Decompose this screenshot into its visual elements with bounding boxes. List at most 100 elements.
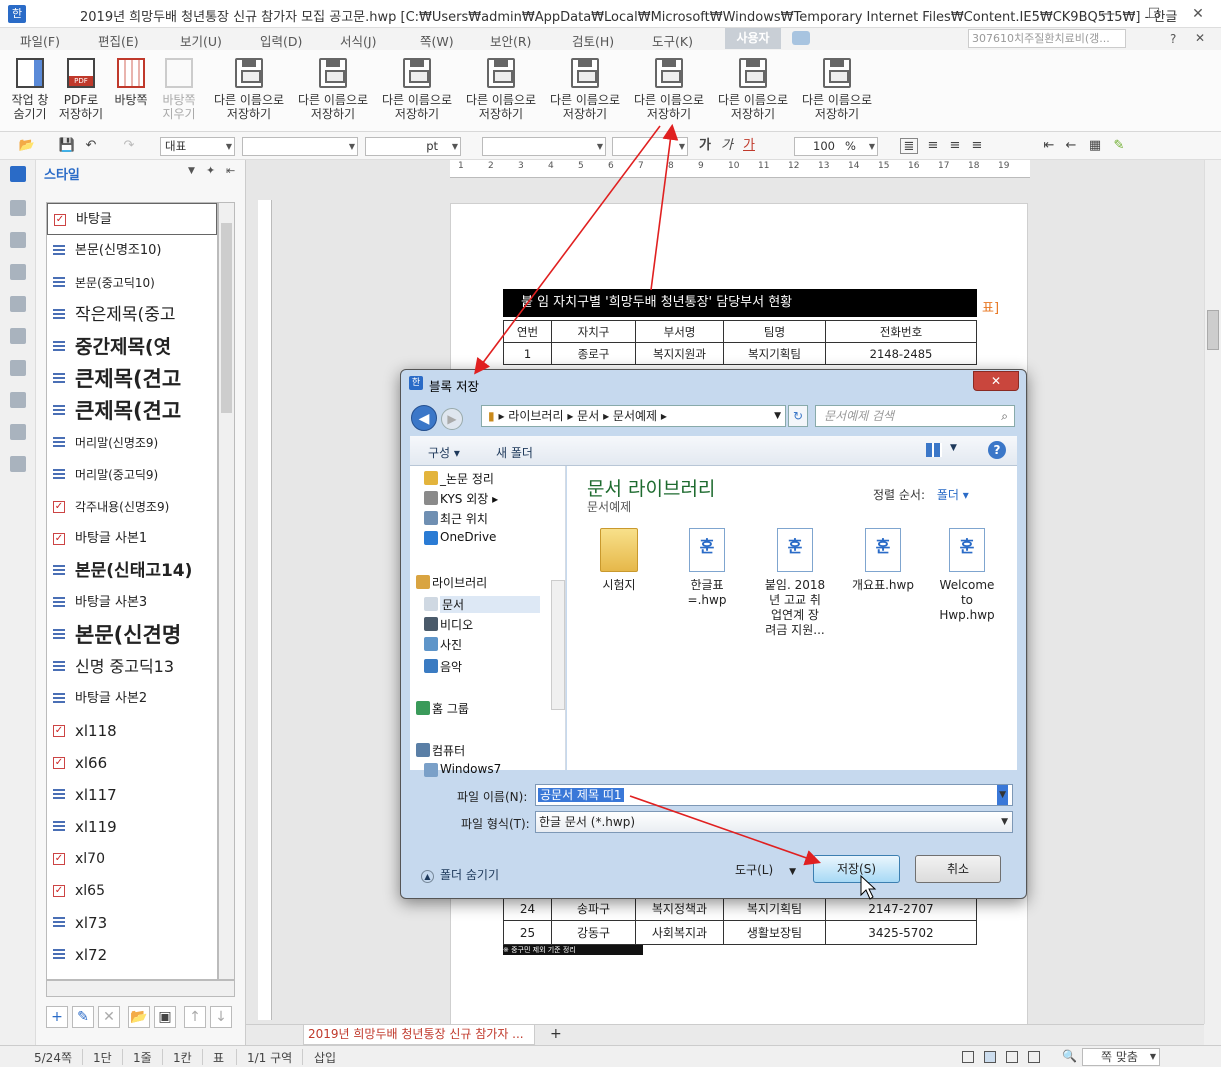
menu-file[interactable]: 파일(F) (20, 31, 60, 50)
save-button[interactable]: 저장(S) (813, 855, 900, 883)
save-as-button-5[interactable]: 다른 이름으로 저장하기 (544, 50, 626, 130)
move-up-icon[interactable]: ↑ (184, 1006, 206, 1028)
open-folder-icon[interactable]: 📂 (18, 138, 36, 154)
dialog-close-button[interactable]: ✕ (973, 371, 1019, 391)
save-as-button-8[interactable]: 다른 이름으로 저장하기 (796, 50, 878, 130)
nav-item-home[interactable]: 홈 그룹 (432, 700, 469, 717)
sort-order[interactable]: 정렬 순서: 폴더 ▾ (873, 486, 969, 503)
style-item[interactable]: xl72 (47, 939, 217, 971)
save-as-button-6[interactable]: 다른 이름으로 저장하기 (628, 50, 710, 130)
pane-icon[interactable] (10, 424, 26, 440)
menu-view[interactable]: 보기(U) (180, 31, 222, 50)
style-item[interactable]: ✓ xl118 (47, 715, 217, 747)
style-item[interactable]: xl119 (47, 811, 217, 843)
undo-icon[interactable]: ↶ (82, 138, 100, 154)
view-dropdown-icon[interactable]: ▼ (950, 443, 957, 453)
vertical-ruler[interactable] (258, 200, 272, 1020)
file-item[interactable]: 훈 Welcome to Hwp.hwp (927, 528, 1007, 623)
italic-icon[interactable]: 가 (718, 138, 736, 154)
align-center-icon[interactable]: ≡ (946, 138, 964, 154)
style-item[interactable]: 머리말(신명조9) (47, 427, 217, 459)
collab-icon[interactable] (792, 31, 810, 45)
refresh-icon[interactable]: ↻ (788, 405, 808, 427)
nav-item-video[interactable]: 비디오 (440, 616, 473, 633)
clear-master-page-button[interactable]: 바탕쪽 지우기 (140, 50, 218, 130)
edit-style-icon[interactable]: ✎ (72, 1006, 94, 1028)
style-item[interactable]: 본문(신명조10) (47, 235, 217, 267)
ribbon-close-icon[interactable]: ✕ (1195, 31, 1205, 45)
save-as-button-4[interactable]: 다른 이름으로 저장하기 (460, 50, 542, 130)
save-as-button-1[interactable]: 다른 이름으로 저장하기 (208, 50, 290, 130)
cancel-button[interactable]: 취소 (915, 855, 1001, 883)
menu-tools[interactable]: 도구(K) (652, 31, 693, 50)
import-style-icon[interactable]: 📂 (128, 1006, 150, 1028)
menu-page[interactable]: 쪽(W) (420, 31, 454, 50)
nav-item-folder[interactable]: _논문 정리 (440, 470, 494, 487)
style-item[interactable]: ✓ xl70 (47, 843, 217, 875)
style-item[interactable]: ✓ 각주내용(신명조9) (47, 491, 217, 523)
document-scrollbar[interactable] (1204, 160, 1221, 1024)
table-title-bar[interactable]: 붙 임 자치구별 '희망두배 청년통장' 담당부서 현황 (503, 289, 977, 317)
tools-button[interactable]: 도구(L) ▼ (735, 861, 796, 878)
menu-format[interactable]: 서식(J) (340, 31, 376, 50)
arrow-left-icon[interactable]: ← (1062, 138, 1080, 154)
bold-icon[interactable]: 가 (696, 138, 714, 154)
font-select[interactable]: ▼ (242, 137, 358, 156)
horizontal-ruler[interactable]: 1 2 3 4 5 6 7 8 9 10 11 12 13 14 15 16 17 18 19 (450, 160, 1030, 178)
breadcrumb-examples[interactable]: 문서예제 (613, 409, 657, 423)
add-tab-button[interactable]: + (550, 1026, 562, 1042)
file-item[interactable]: 훈 한글표 =.hwp (667, 528, 747, 608)
hwp-app-icon[interactable]: 한 (8, 5, 26, 23)
pane-icon[interactable] (10, 232, 26, 248)
style-item[interactable]: 머리말(중고딕9) (47, 459, 217, 491)
panel-menu-icon[interactable]: ▼ (188, 166, 195, 176)
indent-icon[interactable]: ⇤ (1040, 138, 1058, 154)
zoom-select[interactable]: 쪽 맞춤 ▼ (1082, 1048, 1160, 1066)
add-style-icon[interactable]: + (46, 1006, 68, 1028)
pane-icon[interactable] (10, 360, 26, 376)
pin-icon[interactable]: ✦ (206, 164, 215, 177)
view-mode-icon[interactable] (984, 1051, 996, 1063)
view-mode-icon[interactable] (1006, 1051, 1018, 1063)
table-icon[interactable]: ▦ (1086, 138, 1104, 154)
new-folder-button[interactable]: 새 폴더 (496, 444, 533, 461)
nav-item-music[interactable]: 음악 (440, 658, 462, 675)
minimize-button[interactable]: — (1085, 0, 1131, 28)
style-item[interactable]: ✓ 바탕글 사본1 (47, 523, 217, 555)
zoom-select[interactable]: 100% ▼ (794, 137, 878, 156)
redo-icon[interactable]: ↷ (120, 138, 138, 154)
underline-icon[interactable]: 가 (740, 138, 758, 154)
zoom-icon[interactable]: 🔍 (1062, 1049, 1077, 1063)
pane-icon[interactable] (10, 200, 26, 216)
align-right-icon[interactable]: ≡ (968, 138, 986, 154)
breadcrumb-docs[interactable]: 문서 (577, 409, 599, 423)
nav-item-photo[interactable]: 사진 (440, 636, 462, 653)
collapse-panel-icon[interactable]: ⇤ (226, 164, 235, 177)
char-spacing-select[interactable]: ▼ (482, 137, 606, 156)
forward-arrow-icon[interactable]: ▶ (441, 408, 463, 430)
font-size-select[interactable]: pt ▼ (365, 137, 461, 156)
search-input[interactable]: 문서예제 검색 ⌕ (815, 405, 1015, 427)
style-item[interactable]: 큰제목(견고 (47, 395, 217, 427)
menu-security[interactable]: 보안(R) (490, 31, 531, 50)
highlighter-icon[interactable]: ✎ (1110, 138, 1128, 154)
view-mode-icon[interactable] (962, 1051, 974, 1063)
nav-item-drive[interactable]: KYS 외장 ▸ (440, 490, 498, 507)
nav-scrollbar[interactable] (551, 580, 565, 710)
save-as-button-3[interactable]: 다른 이름으로 저장하기 (376, 50, 458, 130)
align-left-icon[interactable]: ≡ (924, 138, 942, 154)
style-item[interactable]: ✓ xl65 (47, 875, 217, 907)
pane-icon[interactable] (10, 264, 26, 280)
save-as-button-2[interactable]: 다른 이름으로 저장하기 (292, 50, 374, 130)
align-justify-icon[interactable]: ≣ (900, 138, 918, 154)
line-spacing-select[interactable]: ▼ (612, 137, 688, 156)
pane-icon[interactable] (10, 392, 26, 408)
pane-icon[interactable] (10, 296, 26, 312)
view-options-icon[interactable] (926, 443, 942, 457)
style-item[interactable]: 본문(신견명 (47, 619, 217, 651)
filename-input[interactable]: 공문서 제목 띠1 ▼ (535, 784, 1013, 806)
style-item[interactable]: 바탕글 사본3 (47, 587, 217, 619)
nav-item-library[interactable]: 라이브러리 (432, 574, 487, 591)
style-item[interactable]: ✓ 바탕글 (47, 203, 217, 235)
style-item[interactable]: ✓ xl66 (47, 747, 217, 779)
